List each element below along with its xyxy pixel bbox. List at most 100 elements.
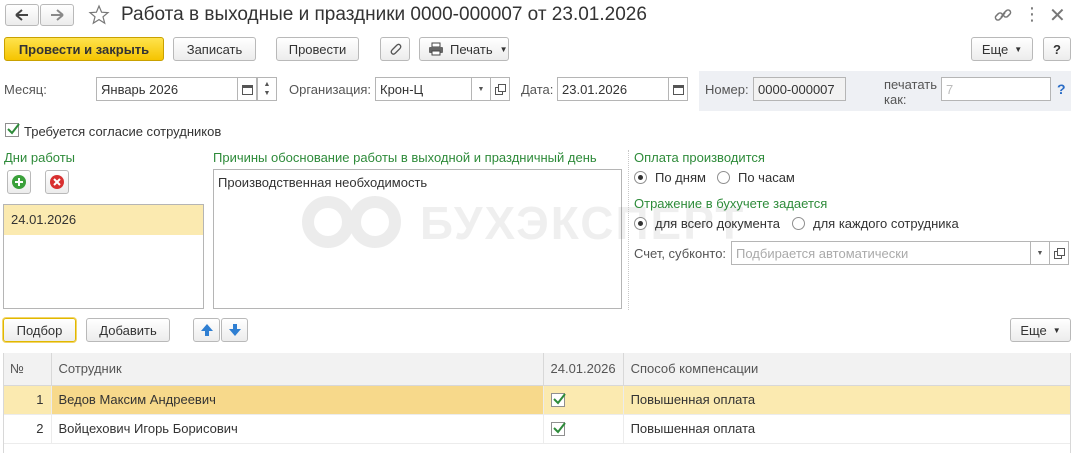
save-button[interactable]: Записать bbox=[173, 37, 256, 61]
stepper-down-icon[interactable]: ▼ bbox=[264, 89, 271, 98]
pick-button[interactable]: Подбор bbox=[3, 318, 76, 342]
accounting-employee-label: для каждого сотрудника bbox=[813, 216, 959, 231]
add-day-button[interactable] bbox=[7, 170, 31, 194]
reasons-title: Причины обоснование работы в выходной и … bbox=[213, 150, 597, 165]
number-label: Номер: bbox=[705, 82, 749, 97]
more-label: Еще bbox=[981, 41, 1009, 57]
account-placeholder: Подбирается автоматически bbox=[736, 245, 909, 261]
move-up-button[interactable] bbox=[193, 318, 220, 342]
payment-separator bbox=[628, 150, 629, 310]
date-check-cell[interactable] bbox=[543, 385, 624, 415]
print-label: Печать bbox=[450, 41, 493, 57]
print-as-field[interactable]: 7 bbox=[941, 77, 1051, 101]
chevron-down-icon: ▼ bbox=[499, 44, 508, 54]
payment-by-days-label: По дням bbox=[655, 170, 706, 185]
table-row[interactable]: 1 Ведов Максим Андреевич Повышенная опла… bbox=[3, 385, 1071, 415]
favorite-star-icon[interactable] bbox=[88, 4, 110, 29]
calendar-button[interactable] bbox=[237, 77, 257, 101]
employees-table: № Сотрудник 24.01.2026 Способ компенсаци… bbox=[3, 353, 1071, 444]
forward-button[interactable] bbox=[40, 4, 74, 26]
month-stepper[interactable]: ▲ ▼ bbox=[257, 77, 277, 101]
arrow-right-icon bbox=[51, 9, 64, 21]
date-label: Дата: bbox=[521, 82, 554, 97]
print-as-label: печатать как: bbox=[884, 77, 937, 107]
help-button[interactable]: ? bbox=[1043, 37, 1071, 61]
chevron-down-icon: ▼ bbox=[1014, 44, 1023, 54]
delete-day-button[interactable] bbox=[45, 170, 69, 194]
table-more-button[interactable]: Еще ▼ bbox=[1010, 318, 1071, 342]
more-button[interactable]: Еще ▼ bbox=[971, 37, 1033, 61]
consent-label: Требуется согласие сотрудников bbox=[24, 124, 222, 139]
post-button[interactable]: Провести bbox=[276, 37, 359, 61]
chevron-down-icon: ▼ bbox=[1036, 249, 1044, 257]
account-field[interactable]: Подбирается автоматически bbox=[731, 241, 1032, 265]
payment-by-days-radio[interactable] bbox=[634, 171, 647, 184]
arrow-up-icon bbox=[200, 324, 213, 336]
chevron-down-icon: ▼ bbox=[477, 85, 485, 93]
calendar-icon bbox=[672, 84, 684, 95]
row-number: 1 bbox=[3, 385, 52, 415]
organization-label: Организация: bbox=[289, 82, 372, 97]
accounting-document-label: для всего документа bbox=[655, 216, 780, 231]
move-down-button[interactable] bbox=[221, 318, 248, 342]
organization-open-button[interactable] bbox=[490, 77, 510, 101]
paperclip-icon bbox=[390, 43, 402, 55]
payment-title: Оплата производится bbox=[634, 150, 765, 165]
payment-by-hours-label: По часам bbox=[738, 170, 795, 185]
back-button[interactable] bbox=[5, 4, 39, 26]
account-dropdown-button[interactable]: ▼ bbox=[1030, 241, 1050, 265]
date-calendar-button[interactable] bbox=[668, 77, 688, 101]
date-check-cell[interactable] bbox=[543, 414, 624, 444]
column-header-employee[interactable]: Сотрудник bbox=[51, 353, 544, 386]
table-more-label: Еще bbox=[1020, 322, 1047, 338]
attach-button[interactable] bbox=[380, 37, 410, 61]
month-field[interactable]: Январь 2026 bbox=[96, 77, 238, 101]
column-header-number[interactable]: № bbox=[3, 353, 52, 386]
post-and-close-button[interactable]: Провести и закрыть bbox=[4, 37, 164, 61]
table-header-row: № Сотрудник 24.01.2026 Способ компенсаци… bbox=[3, 353, 1071, 386]
checkmark-icon bbox=[552, 422, 566, 434]
work-checkbox[interactable] bbox=[550, 422, 566, 437]
accounting-document-radio[interactable] bbox=[634, 217, 647, 230]
number-field[interactable]: 0000-000007 bbox=[753, 77, 846, 101]
arrow-down-icon bbox=[228, 324, 241, 336]
accounting-employee-radio[interactable] bbox=[792, 217, 805, 230]
column-header-date[interactable]: 24.01.2026 bbox=[543, 353, 624, 386]
account-label: Счет, субконто: bbox=[634, 246, 727, 261]
plus-circle-icon bbox=[12, 175, 26, 189]
watermark-logo bbox=[300, 192, 410, 255]
checkmark-icon bbox=[7, 123, 20, 135]
column-header-compensation[interactable]: Способ компенсации bbox=[623, 353, 1071, 386]
open-form-icon bbox=[494, 83, 506, 95]
row-number: 2 bbox=[3, 414, 52, 444]
print-button[interactable]: Печать ▼ bbox=[419, 37, 509, 61]
table-row[interactable]: 2 Войцехович Игорь Борисович Повышенная … bbox=[3, 414, 1071, 444]
payment-by-hours-radio[interactable] bbox=[717, 171, 730, 184]
help-question-link[interactable]: ? bbox=[1057, 81, 1066, 97]
employee-cell[interactable]: Войцехович Игорь Борисович bbox=[51, 414, 544, 444]
consent-checkbox[interactable] bbox=[5, 123, 20, 137]
link-icon[interactable] bbox=[994, 6, 1012, 27]
stepper-up-icon[interactable]: ▲ bbox=[264, 80, 271, 89]
print-as-label-line1: печатать bbox=[884, 77, 938, 92]
organization-field[interactable]: Крон-Ц bbox=[375, 77, 476, 101]
open-form-icon bbox=[1053, 247, 1065, 259]
accounting-title: Отражение в бухучете задается bbox=[634, 196, 828, 211]
printer-icon bbox=[429, 42, 443, 56]
more-vertical-icon[interactable]: ⋮ bbox=[1023, 5, 1041, 23]
close-icon[interactable]: ✕ bbox=[1049, 3, 1066, 28]
work-days-list[interactable]: 24.01.2026 bbox=[3, 204, 204, 309]
work-checkbox[interactable] bbox=[550, 393, 566, 408]
arrow-left-icon bbox=[15, 9, 28, 21]
account-open-button[interactable] bbox=[1049, 241, 1069, 265]
compensation-cell[interactable]: Повышенная оплата bbox=[623, 385, 1071, 415]
chevron-down-icon: ▼ bbox=[1052, 325, 1061, 335]
work-day-item[interactable]: 24.01.2026 bbox=[4, 205, 203, 235]
organization-dropdown-button[interactable]: ▼ bbox=[471, 77, 491, 101]
date-field[interactable]: 23.01.2026 bbox=[557, 77, 669, 101]
calendar-icon bbox=[241, 84, 253, 95]
compensation-cell[interactable]: Повышенная оплата bbox=[623, 414, 1071, 444]
employee-cell[interactable]: Ведов Максим Андреевич bbox=[51, 385, 544, 415]
print-as-placeholder: 7 bbox=[946, 81, 954, 97]
add-button[interactable]: Добавить bbox=[86, 318, 170, 342]
